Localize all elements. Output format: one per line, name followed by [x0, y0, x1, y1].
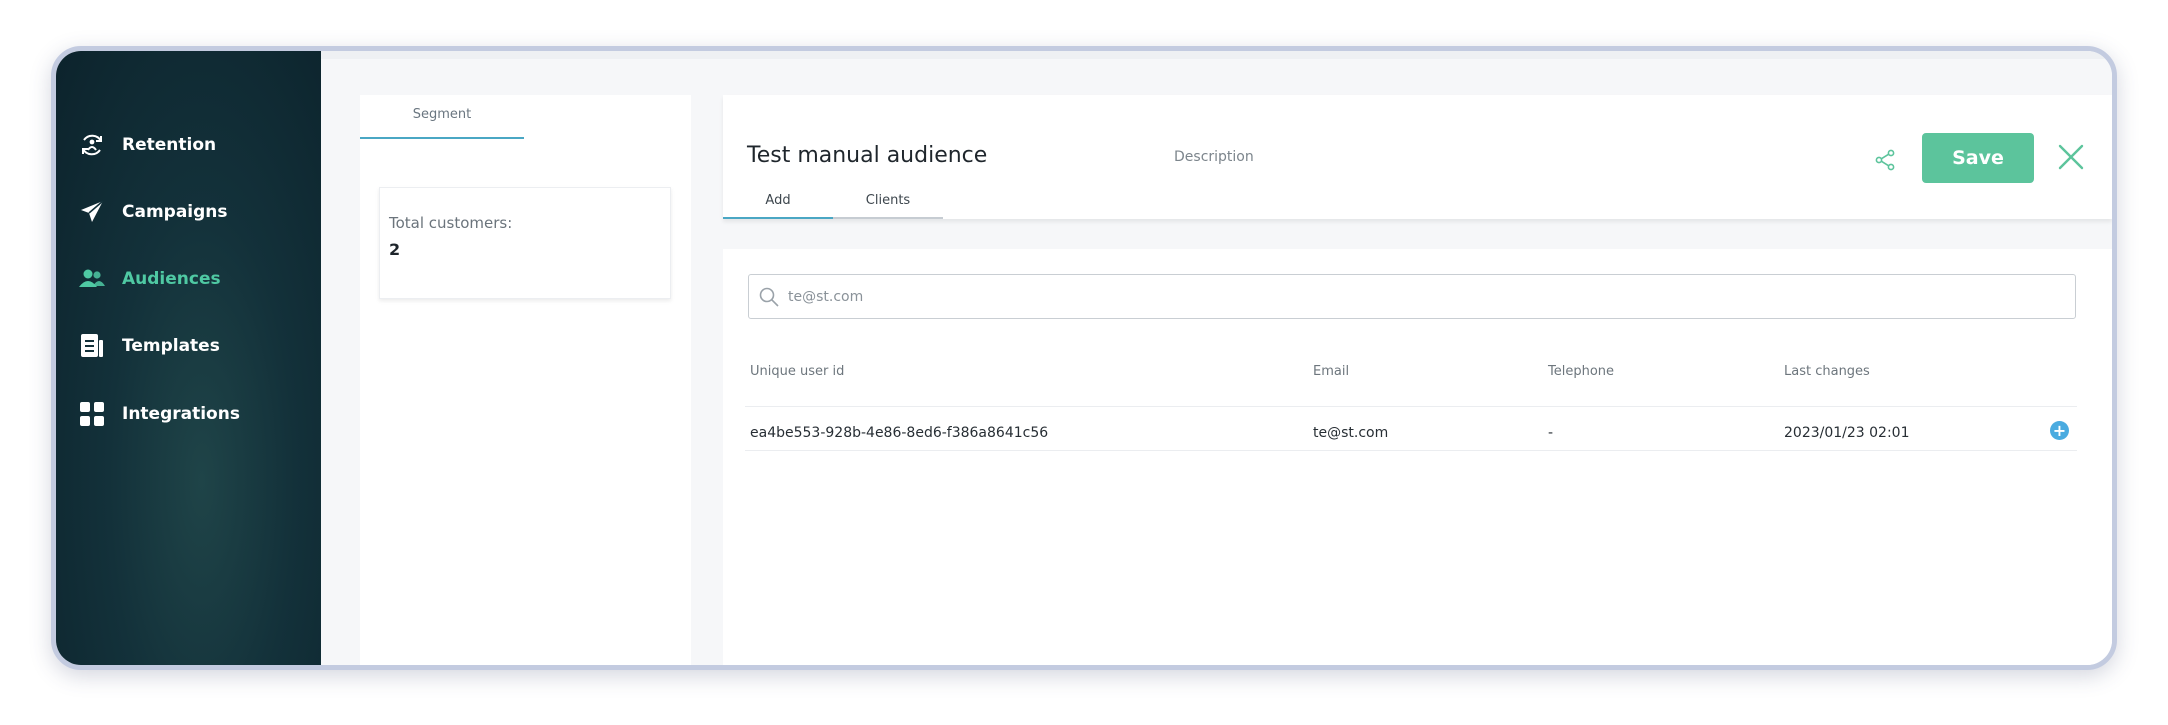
top-strip — [321, 51, 2112, 59]
sidebar-item-label: Retention — [122, 135, 217, 155]
column-header-email: Email — [1313, 364, 1350, 379]
search-box[interactable] — [748, 274, 2076, 319]
page-title[interactable]: Test manual audience — [747, 143, 987, 168]
total-customers-label: Total customers: — [389, 214, 513, 232]
add-clients-panel: Unique user id Email Telephone Last chan… — [723, 249, 2112, 665]
description-field[interactable]: Description — [1174, 149, 1254, 165]
share-icon[interactable] — [1873, 148, 1897, 172]
tab-add[interactable]: Add — [723, 187, 833, 219]
sidebar-item-label: Integrations — [122, 404, 240, 424]
segment-panel: Segment Total customers: 2 — [360, 95, 691, 665]
search-icon — [759, 287, 779, 307]
sidebar-item-retention[interactable]: Retention — [78, 131, 216, 159]
sidebar-item-templates[interactable]: Templates — [78, 332, 220, 360]
column-header-unique-user-id: Unique user id — [750, 364, 845, 379]
sidebar: Retention Campaigns Audiences Templates … — [56, 51, 321, 665]
plus-icon: + — [2052, 420, 2067, 440]
sidebar-item-campaigns[interactable]: Campaigns — [78, 198, 228, 226]
sidebar-item-label: Templates — [122, 336, 220, 356]
tab-clients[interactable]: Clients — [833, 187, 943, 219]
row-divider — [745, 406, 2077, 407]
users-icon — [79, 269, 105, 287]
search-input[interactable] — [788, 288, 1988, 305]
column-header-telephone: Telephone — [1548, 364, 1615, 379]
audience-header: Test manual audience Description Add Cli… — [723, 95, 2112, 219]
sidebar-item-label: Campaigns — [122, 202, 228, 222]
sidebar-item-label: Audiences — [122, 269, 221, 289]
cell-last-changes: 2023/01/23 02:01 — [1784, 425, 1910, 441]
column-header-last-changes: Last changes — [1784, 364, 1870, 379]
sidebar-item-audiences[interactable]: Audiences — [78, 265, 221, 293]
app-window: Retention Campaigns Audiences Templates … — [51, 46, 2117, 670]
total-customers-value: 2 — [389, 240, 401, 259]
retention-icon — [82, 134, 102, 156]
tab-segment[interactable]: Segment — [360, 95, 524, 139]
cell-telephone: - — [1548, 425, 1554, 441]
main-area: Segment Total customers: 2 Test manual a… — [321, 51, 2112, 665]
cell-unique-user-id: ea4be553-928b-4e86-8ed6-f386a8641c56 — [750, 425, 1049, 441]
grid-icon — [80, 402, 104, 426]
total-customers-card: Total customers: 2 — [379, 187, 671, 299]
paper-plane-icon — [81, 200, 104, 222]
sidebar-item-integrations[interactable]: Integrations — [78, 400, 240, 428]
add-client-button[interactable]: + — [2050, 421, 2069, 440]
row-divider — [745, 450, 2077, 451]
save-button[interactable]: Save — [1922, 133, 2034, 183]
document-icon — [81, 334, 103, 357]
cell-email: te@st.com — [1313, 425, 1389, 441]
close-icon[interactable] — [2057, 143, 2085, 171]
